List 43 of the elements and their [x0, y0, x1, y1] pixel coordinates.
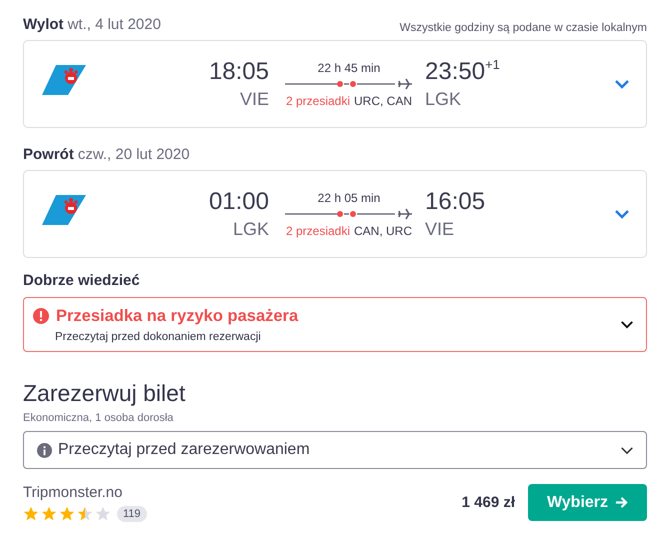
booking-subtitle: Ekonomiczna, 1 osoba dorosła — [23, 412, 174, 424]
airline-logo-icon — [42, 63, 86, 95]
warning-text: Przeczytaj przed dokonaniem rezerwacji — [55, 330, 262, 342]
arrow-right-icon — [615, 496, 628, 509]
info-dropdown[interactable]: Przeczytaj przed zarezerwowaniem — [23, 431, 647, 469]
flight-duration: 22 h 45 min — [318, 60, 380, 74]
stops-count: 2 przesiadki — [286, 224, 350, 238]
info-icon — [37, 442, 52, 458]
flight-card[interactable]: 18:05 VIE 22 h 45 min 2 przesiadki URC, CAN 23:50$^{+1}$ LGK — [23, 40, 647, 128]
review-count-bubble: 119 — [117, 506, 147, 522]
leg-title: Wylot — [23, 16, 64, 33]
arrival-airport: LGK — [425, 89, 462, 110]
airline-logo-icon — [42, 193, 86, 225]
arrival-airport: VIE — [425, 219, 454, 240]
star-icon — [95, 506, 111, 522]
price: 1 469 zł — [462, 494, 515, 511]
flight-card[interactable]: 01:00 LGK 22 h 05 min 2 przesiadki CAN, URC 16:05 VIE — [23, 170, 647, 258]
star-icon — [23, 506, 39, 522]
stopover-airports: URC, CAN — [354, 94, 412, 108]
star-icon — [77, 506, 93, 522]
section-heading: Dobrze wiedzieć — [23, 272, 141, 289]
flight-duration: 22 h 05 min — [318, 190, 380, 204]
departure-time: 18:05 — [208, 58, 269, 86]
leg-date: czw., 20 lut 2020 — [78, 146, 190, 163]
warning-panel[interactable]: Przesiadka na ryzyko pasażera Przeczytaj przed dokonaniem rezerwacji — [23, 297, 647, 352]
chevron-down-icon[interactable] — [620, 320, 634, 329]
star-icon — [59, 506, 75, 522]
star-icon — [41, 506, 57, 522]
departure-airport: LGK — [232, 219, 269, 240]
arrival-time: 16:05 — [425, 188, 486, 216]
timezone-note: Wszystkie godziny są podane w czasie lokalnym — [400, 22, 647, 34]
stops-count: 2 przesiadki — [286, 94, 350, 108]
departure-airport: VIE — [240, 89, 269, 110]
stopover-airports: CAN, URC — [354, 224, 412, 238]
warning-title: Przesiadka na ryzyko pasażera — [56, 306, 298, 326]
arrival-time: 23:50$^{+1}$ — [425, 58, 500, 86]
leg-title: Powrót — [23, 146, 74, 163]
leg-date: wt., 4 lut 2020 — [68, 16, 161, 33]
alert-icon — [33, 308, 49, 324]
booking-heading: Zarezerwuj bilet — [23, 380, 186, 407]
provider-name: Tripmonster.no — [23, 484, 124, 501]
chevron-down-icon — [620, 446, 634, 454]
departure-time: 01:00 — [208, 188, 269, 216]
